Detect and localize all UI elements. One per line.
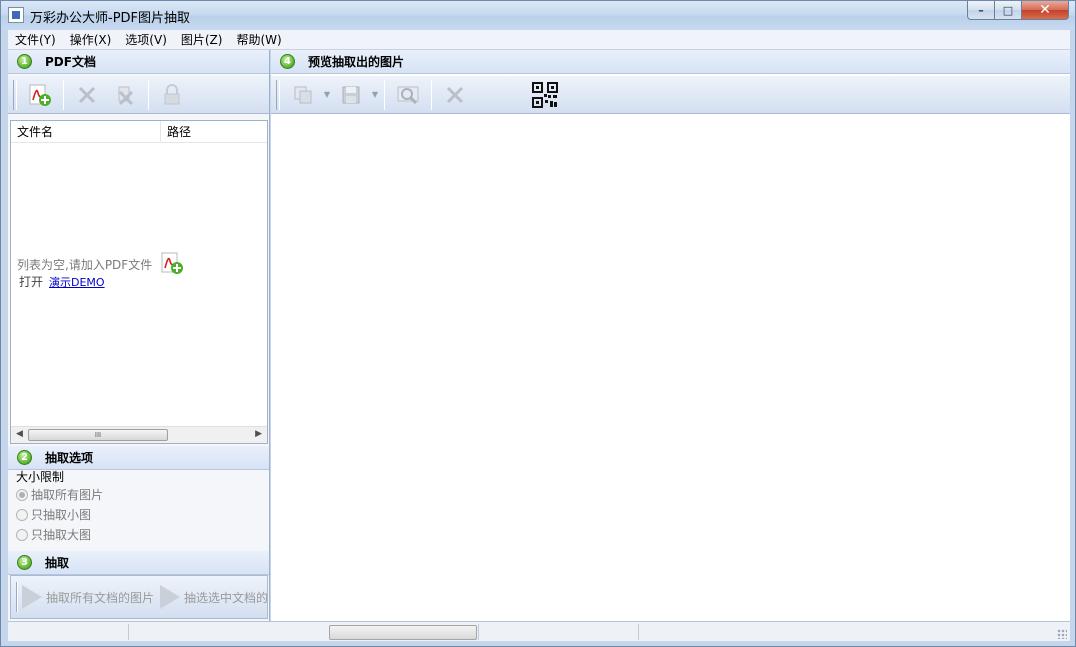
pdf-toolbar	[8, 76, 269, 114]
horizontal-scrollbar[interactable]: ◀ III ▶	[11, 426, 267, 443]
option-all-images[interactable]: 抽取所有图片	[16, 486, 103, 503]
delete-icon	[446, 86, 464, 103]
add-pdf-icon	[29, 84, 51, 106]
delete-button[interactable]	[436, 79, 474, 111]
list-header: 文件名 路径	[11, 121, 267, 143]
lock-button[interactable]	[153, 79, 191, 111]
clear-icon	[118, 86, 134, 105]
scroll-thumb[interactable]: III	[28, 429, 168, 441]
zoom-button[interactable]	[389, 79, 427, 111]
progress-thumb	[329, 625, 477, 640]
add-pdf-inline-button[interactable]	[160, 251, 184, 278]
column-filename[interactable]: 文件名	[11, 121, 161, 143]
pdf-panel-title: PDF文档	[45, 55, 96, 69]
option-small-images[interactable]: 只抽取小图	[16, 506, 91, 523]
toolbar-separator	[384, 79, 385, 110]
menu-bar: 文件(Y) 操作(X) 选项(V) 图片(Z) 帮助(W)	[8, 30, 1070, 50]
app-icon	[8, 7, 24, 23]
menu-image[interactable]: 图片(Z)	[174, 30, 230, 50]
empty-message-text: 列表为空,请加入PDF文件	[17, 258, 153, 272]
left-pane: 1 PDF文档 文件名 路径 列表为空,请加入PDF文件 打开 演示DEMO ◀…	[8, 50, 270, 621]
status-divider	[128, 624, 129, 640]
status-divider	[638, 624, 639, 640]
title-bar[interactable]: 万彩办公大师-PDF图片抽取 – □ ✕	[1, 1, 1075, 30]
toolbar-separator	[148, 79, 149, 110]
toolbar-separator	[63, 79, 64, 110]
step-badge: 3	[17, 555, 32, 570]
menu-options[interactable]: 选项(V)	[118, 30, 174, 50]
options-body: 大小限制 抽取所有图片 只抽取小图 只抽取大图	[10, 468, 268, 548]
copy-dropdown-icon[interactable]: ▼	[322, 79, 332, 111]
menu-file[interactable]: 文件(Y)	[8, 30, 63, 50]
pdf-panel-header: 1 PDF文档	[8, 50, 269, 74]
step-badge: 1	[17, 54, 32, 69]
lock-icon	[164, 83, 180, 104]
options-panel-title: 抽取选项	[45, 451, 94, 465]
resize-grip-icon[interactable]	[1057, 629, 1067, 639]
play-icon	[22, 585, 42, 609]
app-window: 万彩办公大师-PDF图片抽取 – □ ✕ 文件(Y) 操作(X) 选项(V) 图…	[0, 0, 1076, 647]
add-pdf-button[interactable]	[21, 79, 59, 111]
open-label: 打开	[19, 275, 44, 289]
toolbar-grip[interactable]	[16, 582, 18, 612]
extract-selected-label: 抽选选中文档的图片	[184, 590, 268, 605]
option-large-images[interactable]: 只抽取大图	[16, 526, 91, 543]
extract-panel-title: 抽取	[45, 556, 70, 570]
menu-operation[interactable]: 操作(X)	[63, 30, 119, 50]
qr-code-icon	[532, 81, 558, 108]
qr-code-button[interactable]	[526, 79, 564, 111]
add-pdf-icon	[161, 252, 184, 274]
extract-selected-button[interactable]: 抽选选中文档的图片	[160, 585, 268, 609]
options-panel-header: 2 抽取选项	[8, 446, 269, 470]
maximize-button[interactable]: □	[995, 1, 1022, 20]
save-dropdown-icon[interactable]: ▼	[370, 79, 380, 111]
option-label: 只抽取小图	[31, 508, 92, 522]
window-controls: – □ ✕	[967, 1, 1069, 21]
radio-button[interactable]	[16, 488, 28, 501]
toolbar-grip[interactable]	[276, 79, 280, 110]
extract-panel-header: 3 抽取	[8, 551, 269, 575]
preview-panel-header: 4 预览抽取出的图片	[271, 50, 1070, 74]
play-icon	[160, 585, 181, 609]
extract-all-button[interactable]: 抽取所有文档的图片	[22, 585, 154, 609]
radio-button[interactable]	[16, 528, 28, 541]
size-limit-label: 大小限制	[16, 470, 65, 484]
step-badge: 2	[17, 450, 32, 465]
option-label: 抽取所有图片	[31, 488, 104, 502]
save-icon	[342, 86, 360, 103]
demo-link[interactable]: 演示DEMO	[49, 276, 105, 289]
remove-icon	[78, 86, 96, 103]
toolbar-separator	[431, 79, 432, 110]
extract-toolbar: 抽取所有文档的图片 抽选选中文档的图片	[10, 575, 268, 619]
window-title: 万彩办公大师-PDF图片抽取	[30, 11, 191, 26]
radio-button[interactable]	[16, 508, 28, 521]
status-bar	[8, 621, 1070, 641]
zoom-icon	[397, 86, 419, 104]
close-button[interactable]: ✕	[1022, 1, 1069, 20]
option-label: 只抽取大图	[31, 528, 92, 542]
remove-button[interactable]	[68, 79, 106, 111]
scroll-left-icon[interactable]: ◀	[16, 429, 23, 439]
minimize-button[interactable]: –	[967, 1, 995, 20]
preview-area[interactable]	[271, 118, 1070, 621]
status-divider	[478, 624, 479, 640]
menu-help[interactable]: 帮助(W)	[229, 30, 288, 50]
open-demo-row: 打开 演示DEMO	[19, 273, 105, 290]
column-path[interactable]: 路径	[161, 121, 267, 143]
step-badge: 4	[280, 54, 295, 69]
preview-pane: 4 预览抽取出的图片 ▼ ▼	[271, 50, 1070, 621]
pdf-file-list[interactable]: 文件名 路径 列表为空,请加入PDF文件 打开 演示DEMO ◀ III ▶	[10, 120, 268, 444]
preview-panel-title: 预览抽取出的图片	[308, 55, 405, 69]
scroll-right-icon[interactable]: ▶	[255, 429, 262, 439]
copy-button[interactable]	[284, 79, 322, 111]
save-button[interactable]	[332, 79, 370, 111]
preview-toolbar: ▼ ▼	[271, 76, 1070, 114]
extract-all-label: 抽取所有文档的图片	[46, 590, 155, 605]
toolbar-grip[interactable]	[13, 79, 17, 110]
clear-button[interactable]	[106, 79, 144, 111]
copy-icon	[294, 86, 312, 103]
